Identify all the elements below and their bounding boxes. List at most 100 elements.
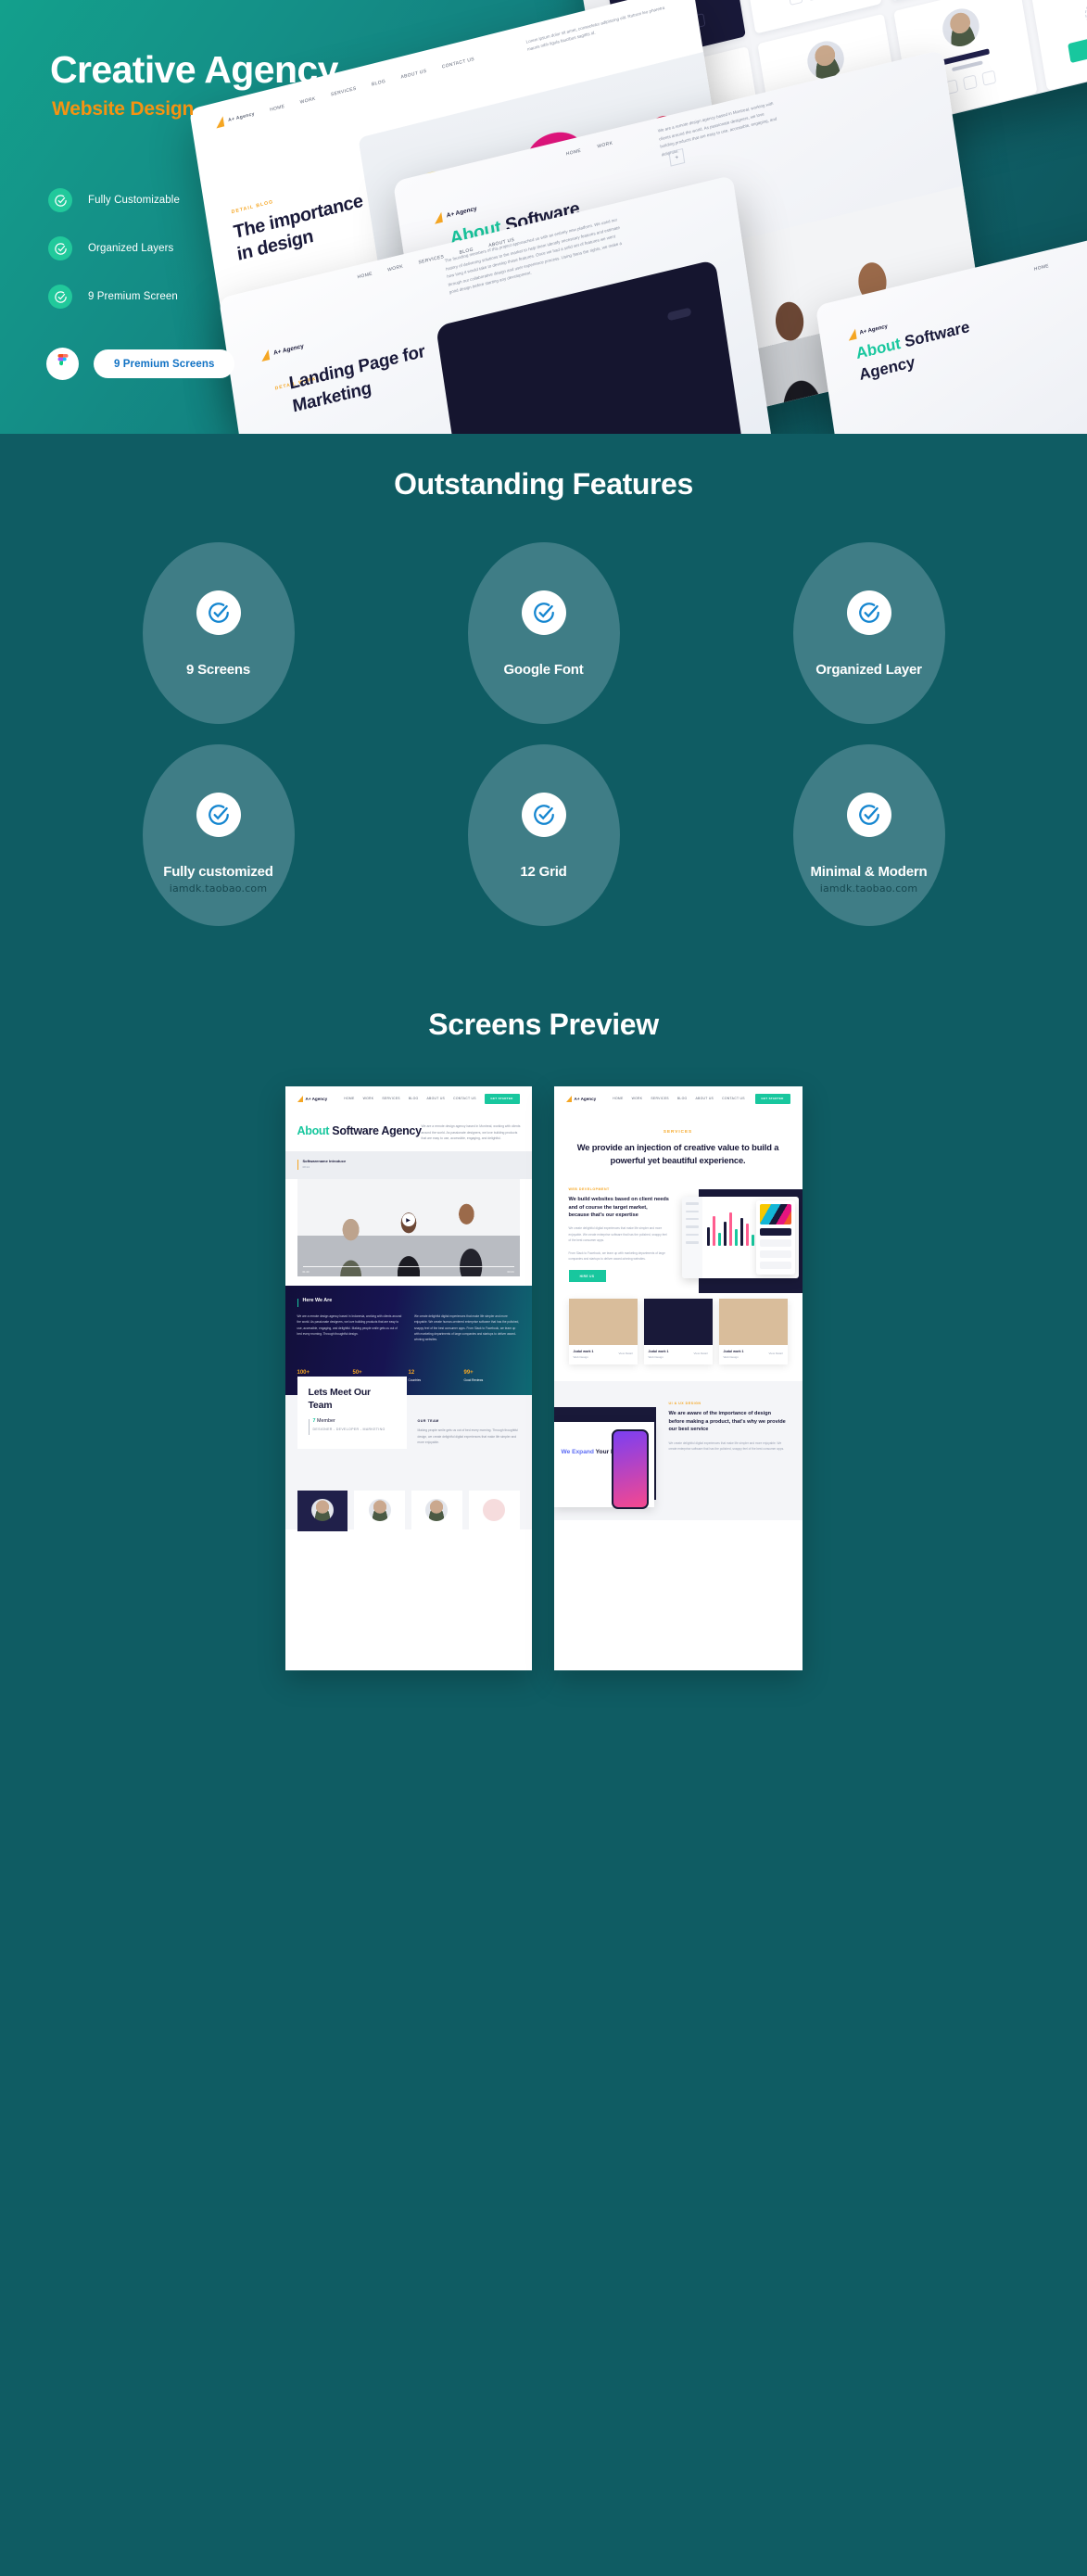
- brand-name: A+ Agency: [574, 1096, 597, 1101]
- preview-card-about[interactable]: A+ Agency HOME WORK SERVICES BLOG ABOUT …: [284, 1086, 532, 1670]
- work-thumbnail: [643, 1299, 713, 1346]
- nav-home[interactable]: HOME: [1033, 263, 1049, 273]
- feature-label: Minimal & Modern: [810, 864, 928, 880]
- nav-home[interactable]: HOME: [613, 1097, 623, 1100]
- nav-contact[interactable]: CONTACT US: [453, 1097, 476, 1100]
- hire-us-button[interactable]: HIRE US: [568, 1270, 606, 1283]
- social-links: [808, 102, 862, 128]
- instagram-icon[interactable]: [652, 21, 668, 39]
- team-card: [601, 0, 747, 67]
- blog-body: Lorem ipsum dolor sit amet, consectetur …: [525, 5, 665, 53]
- team-member-grid: [297, 1491, 520, 1532]
- expand-button[interactable]: +: [668, 147, 686, 167]
- menu-item-icon: [685, 1210, 699, 1212]
- nav-blog[interactable]: BLOG: [677, 1097, 688, 1100]
- team-member-card[interactable]: [411, 1491, 462, 1532]
- figma-logo-icon[interactable]: [46, 348, 79, 380]
- linkedin-icon[interactable]: [846, 102, 862, 119]
- about-heading-rest: Software Agency: [452, 197, 581, 275]
- team-card-add[interactable]: +: [1028, 0, 1087, 91]
- paragraph-left: We are a remote design agency based in I…: [297, 1314, 402, 1336]
- nav-work[interactable]: WORK: [632, 1097, 643, 1100]
- mockup-landing-marketing: HOME WORK SERVICES BLOG ABOUT US A+ Agen…: [219, 174, 774, 434]
- twitter-icon[interactable]: [827, 107, 842, 123]
- team-member-card[interactable]: [468, 1491, 520, 1532]
- team-member-card[interactable]: [297, 1491, 348, 1532]
- linkedin-icon[interactable]: [981, 70, 997, 86]
- member-word: Member: [315, 1418, 335, 1425]
- instagram-icon[interactable]: [673, 144, 689, 160]
- nav-services[interactable]: SERVICES: [418, 254, 445, 266]
- video-time-end: 03:24: [507, 1270, 514, 1275]
- list-item-label: Organized Layers: [88, 243, 174, 254]
- nav-contact[interactable]: CONTACT US: [441, 56, 474, 70]
- check-circle-icon: [196, 590, 241, 635]
- watermark: iamdk.taobao.com: [819, 882, 918, 895]
- nav-work[interactable]: WORK: [363, 1097, 374, 1100]
- premium-screens-badge[interactable]: 9 Premium Screens: [94, 349, 235, 378]
- nav-about[interactable]: ABOUT US: [695, 1097, 714, 1100]
- nav-work[interactable]: WORK: [597, 140, 613, 149]
- nav-about[interactable]: ABOUT US: [426, 1097, 445, 1100]
- stat-value: 12: [408, 1370, 415, 1377]
- stat-item: 99+ Good Reviews: [464, 1370, 520, 1382]
- instagram-icon[interactable]: [808, 111, 824, 128]
- twitter-icon[interactable]: [806, 0, 822, 2]
- nav-services[interactable]: SERVICES: [382, 1097, 400, 1100]
- nav-services[interactable]: SERVICES: [651, 1097, 669, 1100]
- see-preview-button[interactable]: SEE PREVIEW: [487, 323, 541, 352]
- get-started-button[interactable]: GET STARTED: [754, 1093, 790, 1104]
- member-roles: DESIGNER - DEVELOPER - MARKETING: [312, 1428, 386, 1432]
- twitter-icon[interactable]: [962, 74, 978, 91]
- view-detail-link[interactable]: View Detail: [694, 1351, 708, 1355]
- nav-home[interactable]: HOME: [357, 272, 373, 281]
- team-member-card[interactable]: [354, 1491, 405, 1532]
- nav-home[interactable]: HOME: [344, 1097, 354, 1100]
- play-icon[interactable]: ▶: [401, 1213, 415, 1227]
- check-circle-icon: [48, 188, 72, 212]
- nav-blog[interactable]: BLOG: [459, 247, 474, 256]
- mockup-nav: HOME WORK SERVICES BLOG ABOUT US: [357, 237, 514, 281]
- nav-contact[interactable]: CONTACT US: [722, 1097, 745, 1100]
- video-progress-bar[interactable]: [302, 1266, 514, 1268]
- preview-card-services[interactable]: A+ Agency HOME WORK SERVICES BLOG ABOUT …: [553, 1086, 803, 1670]
- nav-blog[interactable]: BLOG: [372, 78, 386, 87]
- linkedin-icon[interactable]: [690, 13, 706, 30]
- nav-work[interactable]: WORK: [387, 264, 404, 273]
- brand-name: A+ Agency: [272, 343, 305, 357]
- list-item: 9 Premium Screen: [48, 285, 180, 309]
- member-name: [671, 113, 719, 131]
- stat-value: 50+: [352, 1370, 362, 1377]
- nav-home[interactable]: HOME: [270, 103, 285, 112]
- nav-about[interactable]: ABOUT US: [488, 237, 515, 249]
- play-icon[interactable]: ▶: [722, 318, 741, 339]
- list-row: [759, 1239, 791, 1248]
- instagram-icon[interactable]: [788, 0, 803, 6]
- nav-work[interactable]: WORK: [299, 95, 316, 105]
- stat-label: Countries: [408, 1378, 422, 1383]
- nav-home[interactable]: HOME: [566, 148, 582, 158]
- linkedin-icon[interactable]: [711, 134, 727, 151]
- join-team-button[interactable]: [1068, 26, 1087, 63]
- work-card[interactable]: View Detail Judul work 1 Web Design: [643, 1299, 713, 1365]
- about-heading: About Software Agency: [449, 182, 645, 277]
- twitter-icon[interactable]: [691, 139, 707, 156]
- dev-paragraph-1: We create delightful digital experiences…: [568, 1226, 667, 1243]
- nav-blog[interactable]: BLOG: [409, 1097, 419, 1100]
- instagram-icon[interactable]: [943, 79, 959, 95]
- nav-about[interactable]: ABOUT US: [400, 68, 427, 80]
- view-detail-link[interactable]: View Detail: [769, 1351, 783, 1355]
- check-circle-icon: [846, 590, 891, 635]
- view-detail-link[interactable]: View Detail: [619, 1351, 633, 1355]
- twitter-icon[interactable]: [671, 18, 687, 34]
- member-role: [660, 3, 692, 15]
- get-started-button[interactable]: GET STARTED: [484, 1093, 520, 1104]
- avatar: [804, 37, 847, 83]
- feature-label: Organized Layer: [815, 662, 922, 678]
- work-card[interactable]: View Detail Judul work 1 Web Design: [568, 1299, 638, 1365]
- blog-hero-image: [358, 48, 739, 368]
- brand-logo: A+ Agency: [259, 341, 305, 362]
- list-item-label: 9 Premium Screen: [88, 291, 178, 302]
- about-heading-accent: About: [854, 334, 903, 363]
- work-card[interactable]: View Detail Judul work 1 Web Design: [718, 1299, 788, 1365]
